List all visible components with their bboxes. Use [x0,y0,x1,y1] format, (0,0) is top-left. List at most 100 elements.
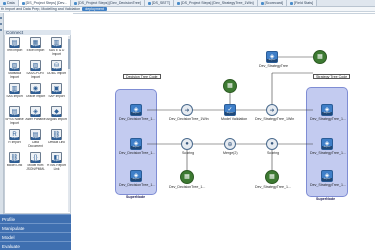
palette-item[interactable]: ▥ Import SAS E & D Import [46,37,67,59]
tab-icon [147,1,151,5]
sas-import-icon[interactable]: ▥ Import [51,37,62,48]
tab-label: [Scorecard] [264,1,284,5]
palette-item[interactable]: ▥ Import SAS Import [4,83,25,105]
palette-item[interactable]: ◧ Import HTML Report Link [46,152,67,174]
table-icon: ▦ [269,174,275,180]
node-dev-strategy-tree[interactable]: ◈ Angoss [266,51,278,63]
breadcrumb-active[interactable]: deployment [82,7,107,11]
tab-icon [260,1,264,5]
node-model-validation[interactable]: ✓ Angoss [224,104,236,116]
node-right-mid[interactable]: ◈ Angoss [321,138,333,150]
tab-icon [21,1,25,5]
node-label: Dev_DecisionTree_1... [119,151,156,155]
odbc-import-icon[interactable]: ⛁ Import [51,60,62,71]
category-model[interactable]: Model [0,232,71,241]
palette-item-label: ODBC Import [46,72,67,75]
tab-ds-sbtt[interactable]: [DS_SBTT] [144,0,175,6]
spss-import-icon[interactable]: ▤ Import [9,106,20,117]
node-label: Model Validation [221,117,248,121]
toolbar-icon[interactable] [0,17,2,19]
node-stripe: Angoss [322,178,332,181]
palette-item[interactable]: R Import R Import [4,129,25,151]
palette-scrollbar[interactable] [68,36,70,212]
palette-item[interactable]: ▧ Import Statistica Import [4,60,25,82]
palette-item[interactable]: ▨ Import SAS/CPORT Import [25,60,46,82]
node-scoring-left[interactable]: ● [181,138,193,150]
node-right-top[interactable]: ◈ Angoss [321,104,333,116]
palette-grid: ▤ Import Text Import ▦ Import Excel Import ▥ Im… [4,37,68,174]
model-link-icon[interactable]: ⛓ Import [9,152,20,163]
palette-item-label: SAP Import [48,95,65,98]
palette-item[interactable]: ◆ Import Angoss Import [46,106,67,128]
tab-label: [DS_Project Steps] [Dev... [25,1,68,5]
angoss-import-icon[interactable]: ◆ Import [51,106,62,117]
html-report-icon[interactable]: ◧ Import [51,152,62,163]
node-left-bottom[interactable]: ◈ Angoss [130,170,142,182]
workflow-canvas[interactable]: SuperNode SuperNode Decision Tree Code S… [73,13,375,250]
excel-import-icon[interactable]: ▦ Import [30,37,41,48]
palette-item[interactable]: ⛁ Import ODBC Import [46,60,67,82]
palette-item-label: Text Import [6,49,23,52]
node-output-mid[interactable]: ▦ [223,79,237,93]
tab-field-stats[interactable]: [Field Stats] [287,0,318,6]
palette-item[interactable]: ▤ Import SPSS Native Import [4,106,25,128]
toolbar-icon[interactable] [0,23,2,25]
category-manipulate[interactable]: Manipulate [0,223,71,232]
tab-project-steps-dev[interactable]: [DS_Project Steps] [Dev... [18,0,72,6]
node-right-bottom[interactable]: ◈ Angoss [321,170,333,182]
palette-item[interactable]: ◈ Import Aster Portable [25,106,46,128]
data-document-icon[interactable]: ▤ Import [30,129,41,140]
node-output-left-bottom[interactable]: ▦ [180,170,194,184]
default-link-icon[interactable]: ⛓ Import [51,129,62,140]
r-import-icon[interactable]: R Import [9,129,20,140]
tab-strategy-tree[interactable]: [DS_Project Steps] [Dev_StrategyTree_1Wi… [174,0,258,6]
model-json-icon[interactable]: {} Import [30,152,41,163]
node-label: Scoring [267,151,280,155]
oracle-import-icon[interactable]: ◉ Import [30,83,41,94]
palette-item-label: Data Document [28,141,43,148]
node-label: Dev_StrategyTree_1... [310,183,347,187]
palette-item[interactable]: ⛓ Import Default Link [46,129,67,151]
sap-import-icon[interactable]: ▣ Import [51,83,62,94]
palette-item-label: Statistica Import [8,72,21,79]
toolbar-icon[interactable] [0,29,2,31]
node-stripe: Angoss [225,112,235,115]
sas-cport-import-icon[interactable]: ▨ Import [30,60,41,71]
node-left-top[interactable]: ◈ Angoss [130,104,142,116]
node-dev-strategy-tree-1win[interactable]: ➜ [266,104,278,116]
palette-badge: Import [52,68,61,71]
palette-item[interactable]: ◉ Import Oracle Import [25,83,46,105]
palette-item[interactable]: ▤ Import Text Import [4,37,25,59]
tab-decision-tree[interactable]: [DS_Project Steps] [Dev_DecisionTree] [71,0,145,6]
palette-header-connect[interactable]: Connect [4,30,71,35]
category-evaluate[interactable]: Evaluate [0,241,71,250]
node-left-mid[interactable]: ◈ Angoss [130,138,142,150]
palette-item[interactable]: ▦ Import Excel Import [25,37,46,59]
statistica-import-icon[interactable]: ▧ Import [9,60,20,71]
aster-import-icon[interactable]: ◈ Import [30,106,41,117]
palette-item[interactable]: ▣ Import SAP Import [46,83,67,105]
palette-item[interactable]: ▤ Import Data Document [25,129,46,151]
breadcrumb-path[interactable]: th Import and Data Prep, Modelling and V… [1,7,80,11]
node-stripe: Angoss [322,112,332,115]
tab-scorecard[interactable]: [Scorecard] [257,0,288,6]
category-profile[interactable]: Profile [0,214,71,223]
text-import-icon[interactable]: ▤ Import [9,37,20,48]
breadcrumb: th Import and Data Prep, Modelling and V… [0,7,375,12]
node-output-top-right[interactable]: ▦ [313,50,327,64]
node-scoring-right[interactable]: ● [266,138,278,150]
tab-icon [290,1,294,5]
node-output-right-bottom[interactable]: ▦ [265,170,279,184]
tab-data[interactable]: Data [0,0,19,6]
palette-badge: Import [10,91,19,94]
palette-badge: Import [31,114,40,117]
tab-icon [74,1,78,5]
node-dev-decision-tree-1win[interactable]: ➜ [181,104,193,116]
scrollbar-thumb[interactable] [68,39,70,69]
node-merge[interactable]: ⊕ [224,138,236,150]
node-label: Dev_DecisionTree_1... [119,183,156,187]
sas-import-icon-2[interactable]: ▥ Import [9,83,20,94]
palette-item[interactable]: ⛓ Import Model Link [4,152,25,174]
palette-item-label: Oracle Import [25,95,46,98]
palette-item[interactable]: {} Import Model from JSON/PMML [25,152,46,174]
